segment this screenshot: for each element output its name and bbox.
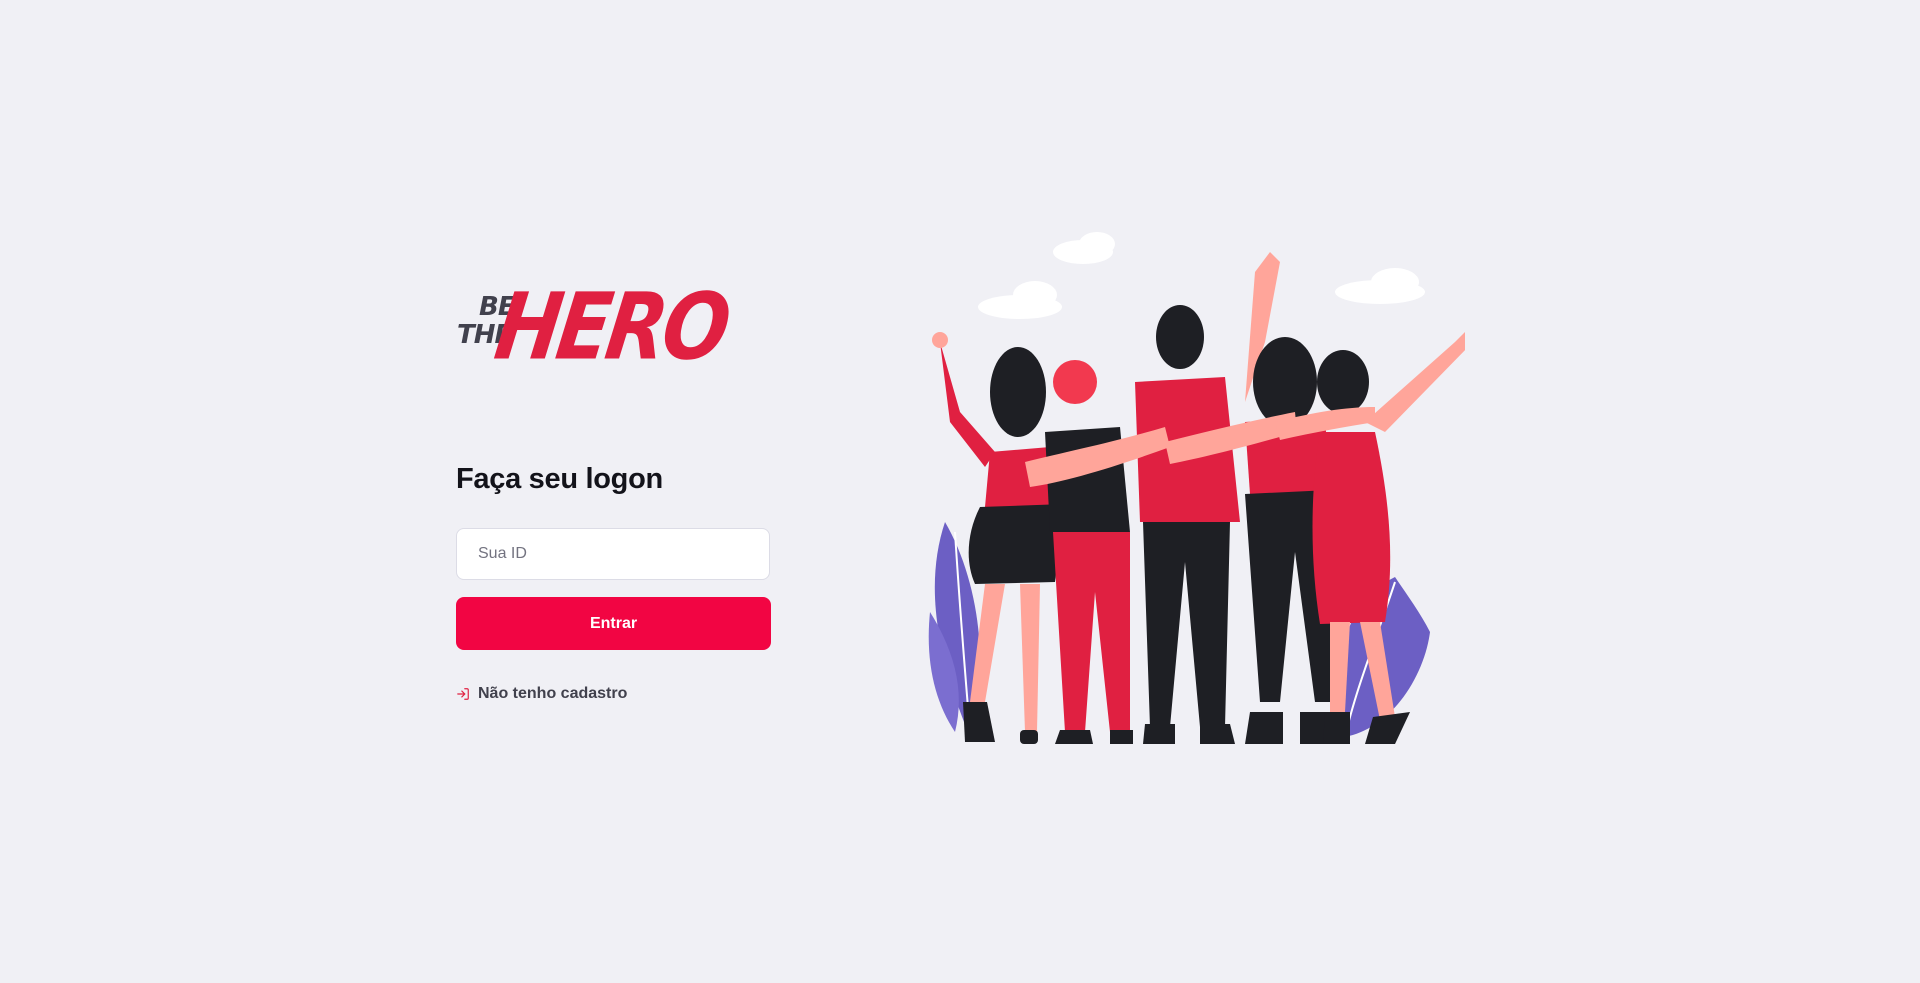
person-two <box>1045 360 1133 744</box>
register-link[interactable]: Não tenho cadastro <box>456 685 627 703</box>
heroes-illustration <box>928 232 1465 744</box>
person-five <box>1312 332 1465 744</box>
be-the-hero-logo: BE THE HERO <box>455 274 733 381</box>
cloud-shapes <box>978 232 1425 319</box>
register-link-label: Não tenho cadastro <box>478 685 628 702</box>
log-in-icon <box>456 687 470 701</box>
id-input[interactable] <box>456 528 770 580</box>
page-title: Faça seu logon <box>456 463 663 495</box>
logo-hero-text: HERO <box>489 274 733 382</box>
login-button[interactable]: Entrar <box>456 597 771 650</box>
logon-page: BE THE HERO Faça seu logon Entrar Não te… <box>0 0 1920 983</box>
